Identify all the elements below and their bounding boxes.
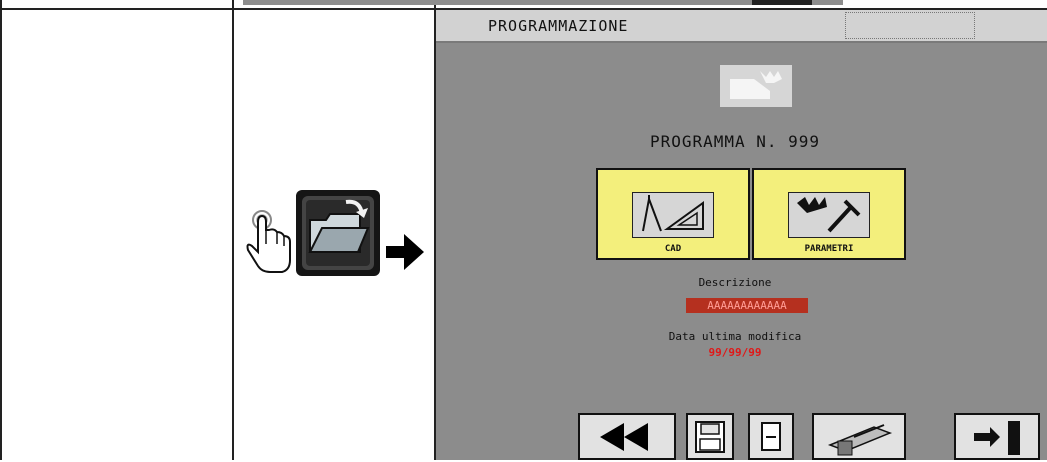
description-value[interactable]: AAAAAAAAAAAA: [686, 298, 808, 313]
open-folder-icon: [302, 196, 374, 270]
rewind-button[interactable]: [578, 413, 676, 460]
header-status-box: [845, 12, 975, 39]
table-border-top-left: [0, 0, 2, 460]
parameters-card-label: PARAMETRI: [804, 244, 854, 254]
parameters-tools-icon: [788, 192, 870, 238]
top-strip-dark: [752, 0, 812, 5]
program-logo: [720, 65, 792, 107]
save-button[interactable]: [686, 413, 734, 460]
table-column-divider-1: [232, 0, 234, 460]
description-label: Descrizione: [698, 276, 772, 289]
machine-button[interactable]: [812, 413, 906, 460]
cad-card-button[interactable]: CAD: [596, 168, 750, 260]
last-modified-label: Data ultima modifica: [668, 330, 802, 343]
page-title: PROGRAMMAZIONE: [488, 17, 629, 35]
parameters-card-button[interactable]: PARAMETRI: [752, 168, 906, 260]
document-icon: [761, 422, 781, 451]
save-icon: [695, 421, 725, 453]
machine-icon: [827, 424, 893, 456]
rewind-icon: [600, 423, 648, 451]
last-modified-value: 99/99/99: [708, 346, 762, 359]
open-folder-button[interactable]: [296, 190, 380, 276]
program-title: PROGRAMMA N. 999: [649, 132, 821, 151]
cad-card-label: CAD: [664, 244, 682, 254]
hand-pointer-icon: [246, 210, 291, 273]
saw-logo-icon: [730, 71, 782, 99]
document-button[interactable]: [748, 413, 794, 460]
exit-button[interactable]: [954, 413, 1040, 460]
exit-door-icon: [974, 421, 1020, 455]
arrow-right-icon: [386, 234, 424, 270]
cad-compass-icon: [632, 192, 714, 238]
